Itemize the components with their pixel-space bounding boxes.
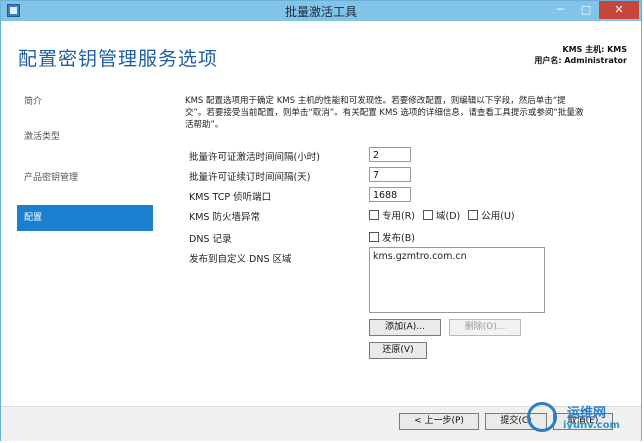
sidebar-item-intro[interactable]: 简介 — [17, 89, 153, 115]
activation-interval-input[interactable]: 2 — [369, 147, 411, 162]
dns-records-label: DNS 记录 — [189, 234, 232, 245]
page-title: 配置密钥管理服务选项 — [18, 48, 219, 70]
batch-activation-window: 批量激活工具 ─ □ ✕ 配置密钥管理服务选项 KMS 主机: KMS 用户名:… — [0, 0, 642, 441]
firewall-private-checkbox[interactable]: 专用(R) — [369, 208, 415, 222]
dns-records-options: 发布(B) — [369, 230, 423, 244]
kms-host-label: KMS 主机: KMS — [562, 45, 627, 54]
dns-publish-checkbox[interactable]: 发布(B) — [369, 230, 415, 244]
checkbox-box[interactable] — [423, 210, 434, 220]
host-info: KMS 主机: KMS 用户名: Administrator — [534, 44, 627, 66]
sidebar-item-product-key[interactable]: 产品密钥管理 — [17, 165, 153, 191]
back-button[interactable]: < 上一步(P) — [399, 413, 479, 430]
custom-dns-list[interactable]: kms.gzmtro.com.cn — [369, 247, 545, 313]
firewall-options: 专用(R) 域(D) 公用(U) — [369, 208, 523, 222]
wizard-sidebar: 简介 激活类型 产品密钥管理 配置 — [1, 81, 159, 406]
firewall-domain-checkbox[interactable]: 域(D) — [423, 208, 460, 222]
close-icon[interactable]: ✕ — [599, 1, 639, 19]
minimize-icon[interactable]: ─ — [547, 1, 573, 19]
watermark-logo-icon — [527, 402, 557, 432]
title-bar: 批量激活工具 ─ □ ✕ — [1, 1, 641, 21]
sidebar-item-activation-type[interactable]: 激活类型 — [17, 124, 153, 150]
window-controls: ─ □ ✕ — [547, 1, 639, 21]
firewall-public-label: 公用(U) — [481, 211, 515, 222]
watermark: 运维网 iyunv.com — [527, 398, 637, 438]
description-text: KMS 配置选项用于确定 KMS 主机的性能和可发现性。若要修改配置，则编辑以下… — [185, 96, 584, 130]
sidebar-item-configure[interactable]: 配置 — [17, 205, 153, 231]
wizard-header: 配置密钥管理服务选项 KMS 主机: KMS 用户名: Administrato… — [1, 21, 641, 81]
main-content: KMS 配置选项用于确定 KMS 主机的性能和可发现性。若要修改配置，则编辑以下… — [161, 81, 641, 406]
activation-interval-label: 批量许可证激活时间间隔(小时) — [189, 152, 320, 163]
watermark-line1: 运维网 — [567, 406, 607, 421]
tcp-port-input[interactable]: 1688 — [369, 187, 411, 202]
watermark-line2: iyunv.com — [563, 420, 620, 431]
dns-publish-label: 发布(B) — [382, 233, 415, 244]
renewal-interval-label: 批量许可证续订时间间隔(天) — [189, 172, 311, 183]
renewal-interval-input[interactable]: 7 — [369, 167, 411, 182]
add-button[interactable]: 添加(A)... — [369, 319, 441, 336]
firewall-label: KMS 防火墙异常 — [189, 212, 260, 223]
checkbox-box[interactable] — [369, 210, 379, 220]
custom-dns-label: 发布到自定义 DNS 区域 — [189, 254, 292, 265]
user-name-label: 用户名: Administrator — [534, 56, 627, 65]
maximize-icon[interactable]: □ — [573, 1, 599, 19]
checkbox-box[interactable] — [369, 232, 379, 242]
window-title: 批量激活工具 — [284, 5, 357, 19]
tcp-port-label: KMS TCP 侦听端口 — [189, 192, 272, 203]
custom-dns-entry[interactable]: kms.gzmtro.com.cn — [373, 251, 541, 262]
checkbox-box[interactable] — [468, 210, 479, 220]
firewall-private-label: 专用(R) — [382, 211, 416, 222]
remove-button[interactable]: 删除(O)... — [449, 319, 521, 336]
firewall-public-checkbox[interactable]: 公用(U) — [468, 208, 515, 222]
restore-button[interactable]: 还原(V) — [369, 342, 427, 359]
firewall-domain-label: 域(D) — [436, 211, 461, 222]
